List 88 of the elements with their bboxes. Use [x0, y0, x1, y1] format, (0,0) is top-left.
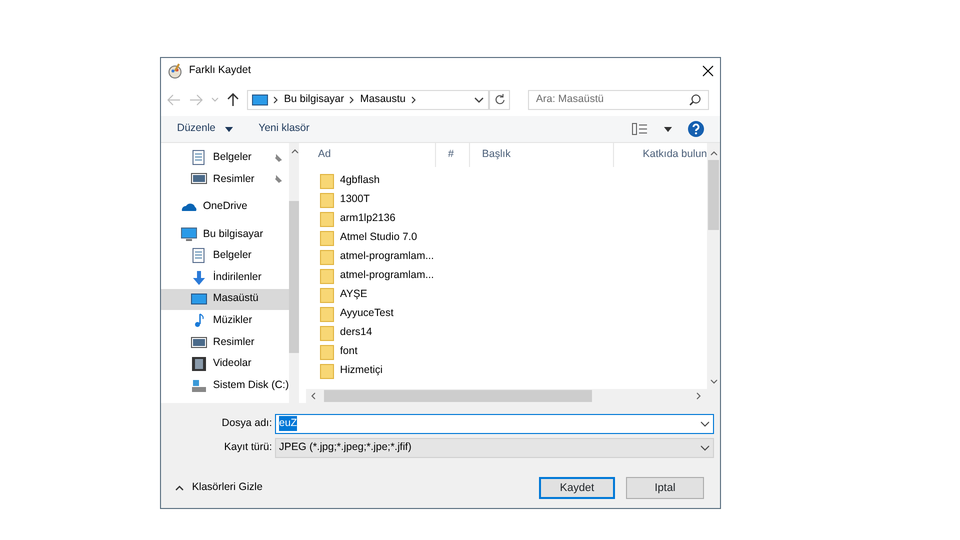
file-row[interactable]: arm1lp2136 — [306, 209, 707, 228]
nav-item[interactable]: Belgeler — [161, 147, 289, 169]
column-header[interactable]: Ad — [306, 143, 436, 167]
chevron-icon[interactable] — [349, 96, 356, 104]
monitor-icon — [252, 92, 268, 108]
search-field[interactable]: Ara: Masaüstü — [528, 90, 709, 110]
scroll-down-icon[interactable] — [710, 379, 718, 385]
dialog-button[interactable]: Iptal — [626, 477, 704, 499]
view-list-icon[interactable] — [632, 123, 648, 135]
folder-icon — [320, 362, 334, 378]
chevron-down-icon[interactable] — [700, 444, 710, 450]
folder-icon — [320, 210, 334, 226]
breadcrumb[interactable]: Bu bilgisayar — [284, 92, 344, 108]
chevron-down-icon[interactable] — [474, 96, 484, 104]
drive-icon — [191, 378, 207, 394]
column-header[interactable]: Katkıda bulun — [614, 143, 707, 167]
hide-folders-button[interactable]: Klasörleri Gizle — [175, 480, 263, 496]
nav-item[interactable]: Müzikler — [161, 310, 289, 332]
caret-icon[interactable] — [224, 126, 233, 132]
nav-item[interactable]: OneDrive — [161, 196, 289, 218]
dialog-button[interactable]: Kaydet — [539, 477, 615, 499]
refresh-icon[interactable] — [494, 94, 505, 105]
field-label: Dosya adı: — [220, 416, 273, 431]
up-button[interactable] — [227, 92, 239, 106]
file-row[interactable]: AyyuceTest — [306, 304, 707, 323]
folder-icon — [320, 344, 334, 360]
refresh-button[interactable] — [489, 90, 510, 110]
file-row[interactable]: Atmel Studio 7.0 — [306, 228, 707, 247]
file-row[interactable]: AYŞE — [306, 285, 707, 304]
file-type-dropdown[interactable]: JPEG (*.jpg;*.jpeg;*.jpe;*.jfif) — [275, 438, 714, 458]
nav-item[interactable]: Bu bilgisayar — [161, 224, 289, 246]
new-folder-button[interactable]: Yeni klasör — [258, 121, 310, 137]
film-icon — [191, 356, 207, 372]
folder-icon — [320, 230, 334, 246]
breadcrumb[interactable]: Masaustu — [360, 92, 406, 108]
chevron-icon[interactable] — [273, 96, 279, 104]
window-title: Farklı Kaydet — [189, 62, 252, 78]
nav-item[interactable]: Masaüstü — [161, 288, 289, 310]
view-options-button[interactable] — [632, 123, 672, 135]
scrollbar-thumb[interactable] — [288, 201, 299, 353]
column-header[interactable]: Başlık — [470, 143, 614, 167]
file-row[interactable]: atmel-programlam... — [306, 247, 707, 266]
nav-item[interactable]: Belgeler — [161, 245, 289, 267]
chevron-down-icon[interactable] — [700, 420, 710, 426]
scrollbar-thumb[interactable] — [324, 390, 592, 402]
organize-button[interactable]: Düzenle — [177, 121, 233, 137]
document-icon — [191, 248, 207, 264]
monitor-icon — [181, 226, 197, 243]
file-row[interactable]: Hizmetiçi — [306, 361, 707, 380]
scroll-left-icon[interactable] — [310, 392, 316, 400]
caret-icon[interactable] — [664, 126, 672, 132]
scroll-up-icon[interactable] — [290, 148, 299, 154]
nav-item[interactable]: Sistem Disk (C:) — [161, 374, 289, 397]
monitor-icon — [191, 291, 207, 308]
column-header[interactable]: # — [436, 143, 470, 167]
nav-item[interactable]: Videolar — [161, 353, 289, 375]
file-row[interactable]: 4gbflash — [306, 171, 707, 190]
nav-item[interactable]: İndirilenler — [161, 266, 289, 289]
pin-icon[interactable] — [272, 152, 283, 163]
folder-icon — [320, 268, 334, 284]
file-row[interactable]: font — [306, 342, 707, 361]
chevron-icon[interactable] — [410, 96, 417, 104]
folder-icon — [320, 172, 334, 188]
scroll-up-icon[interactable] — [710, 150, 718, 156]
chevron-up-icon[interactable] — [175, 485, 184, 491]
folder-icon — [320, 306, 334, 322]
pin-icon[interactable] — [272, 174, 283, 184]
file-row[interactable]: 1300T — [306, 190, 707, 209]
folder-icon — [320, 286, 334, 302]
nav-item[interactable]: Resimler — [161, 168, 289, 190]
close-button[interactable] — [702, 64, 714, 76]
scrollbar-thumb[interactable] — [708, 160, 719, 230]
help-icon[interactable] — [688, 121, 704, 137]
field-label: Kayıt türü: — [223, 440, 273, 455]
nav-item[interactable]: Resimler — [161, 332, 289, 354]
file-name-field[interactable]: euZ — [275, 414, 714, 434]
folder-icon — [320, 248, 334, 264]
search-icon — [689, 94, 701, 106]
file-row[interactable]: ders14 — [306, 323, 707, 342]
paint-palette-icon — [167, 62, 183, 78]
picture-icon — [191, 334, 207, 351]
document-icon — [191, 150, 207, 166]
folder-icon — [320, 324, 334, 340]
folder-icon — [320, 192, 334, 208]
file-row[interactable]: atmel-programlam... — [306, 266, 707, 285]
address-bar[interactable]: Bu bilgisayar Masaustu — [247, 90, 489, 110]
scroll-right-icon[interactable] — [696, 392, 702, 400]
down-arrow-icon — [191, 270, 207, 286]
